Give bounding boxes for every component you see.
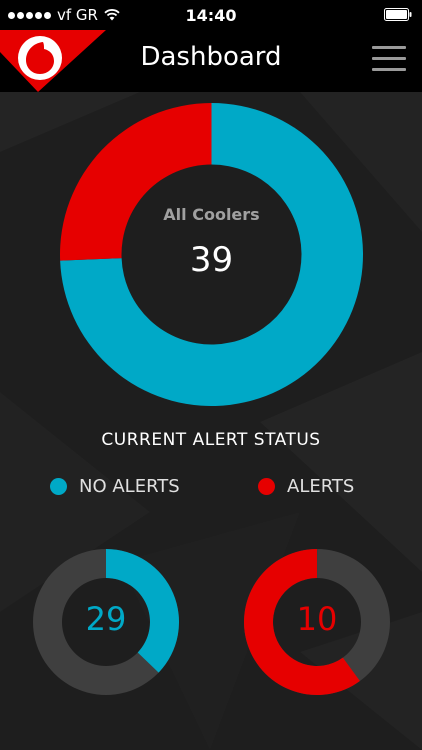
navbar: Dashboard [0, 30, 422, 92]
legend-alerts: ALERTS [258, 476, 354, 497]
battery-icon [384, 8, 412, 21]
status-bar: vf GR 14:40 [0, 0, 422, 30]
donut-segment-alerts[interactable] [60, 103, 212, 261]
no-alerts-count: 29 [85, 600, 127, 638]
donut-center-label: All Coolers [163, 205, 260, 224]
menu-line-icon [372, 46, 406, 49]
page-title: Dashboard [140, 42, 282, 72]
legend-label-alerts: ALERTS [287, 476, 355, 497]
hamburger-menu-button[interactable] [372, 46, 406, 74]
legend-label-no-alerts: NO ALERTS [79, 476, 180, 497]
legend-dot-alerts-icon [258, 478, 275, 495]
legend-dot-no-alerts-icon [50, 478, 67, 495]
menu-line-icon [372, 68, 406, 71]
legend-no-alerts: NO ALERTS [50, 476, 180, 497]
alert-status-heading: CURRENT ALERT STATUS [101, 430, 321, 450]
donut-center-total: 39 [189, 240, 234, 280]
alerts-count: 10 [296, 600, 338, 638]
status-time: 14:40 [185, 6, 237, 25]
menu-line-icon [372, 57, 406, 60]
